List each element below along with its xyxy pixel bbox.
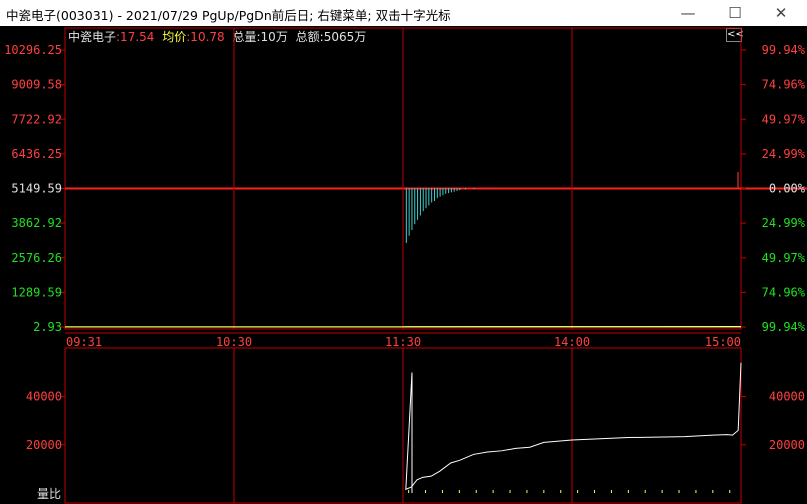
time-tick-label: 11:30 bbox=[385, 335, 421, 349]
volume-ratio-line bbox=[405, 362, 742, 491]
price-tick-label: 7722.92 bbox=[11, 112, 62, 126]
pct-tick-label: 74.96% bbox=[762, 78, 806, 92]
intraday-chart[interactable]: 10296.25 99.94% 9009.58 74.96% 7722.92 49.97%… bbox=[0, 0, 807, 504]
price-tick-label: 9009.58 bbox=[11, 78, 62, 92]
price-tick-label: 2576.26 bbox=[11, 251, 62, 265]
pct-tick-label: 99.94% bbox=[762, 320, 806, 334]
pct-tick-label: 49.97% bbox=[762, 112, 806, 126]
volume-tick-label: 20000 bbox=[26, 438, 62, 452]
volume-ratio-label: 量比 bbox=[37, 487, 61, 501]
volume-tick-label-right: 40000 bbox=[769, 390, 805, 404]
pct-tick-label: 0.00% bbox=[769, 182, 806, 196]
time-tick-label: 10:30 bbox=[216, 335, 252, 349]
time-tick-label: 14:00 bbox=[554, 335, 590, 349]
time-tick-label: 15:00 bbox=[705, 335, 741, 349]
pct-tick-label: 24.99% bbox=[762, 216, 806, 230]
volume-tick-label: 40000 bbox=[26, 390, 62, 404]
price-tick-label: 10296.25 bbox=[4, 43, 62, 57]
volume-tick-label-right: 20000 bbox=[769, 438, 805, 452]
price-tick-label: 6436.25 bbox=[11, 147, 62, 161]
price-tick-label: 3862.92 bbox=[11, 216, 62, 230]
price-tick-label: 5149.59 bbox=[11, 182, 62, 196]
time-tick-label: 09:31 bbox=[66, 335, 102, 349]
price-tick-label: 2.93 bbox=[33, 320, 62, 334]
pct-tick-label: 24.99% bbox=[762, 147, 806, 161]
pct-tick-label: 49.97% bbox=[762, 251, 806, 265]
pct-tick-label: 74.96% bbox=[762, 285, 806, 299]
pct-tick-label: 99.94% bbox=[762, 43, 806, 57]
price-tick-label: 1289.59 bbox=[11, 285, 62, 299]
